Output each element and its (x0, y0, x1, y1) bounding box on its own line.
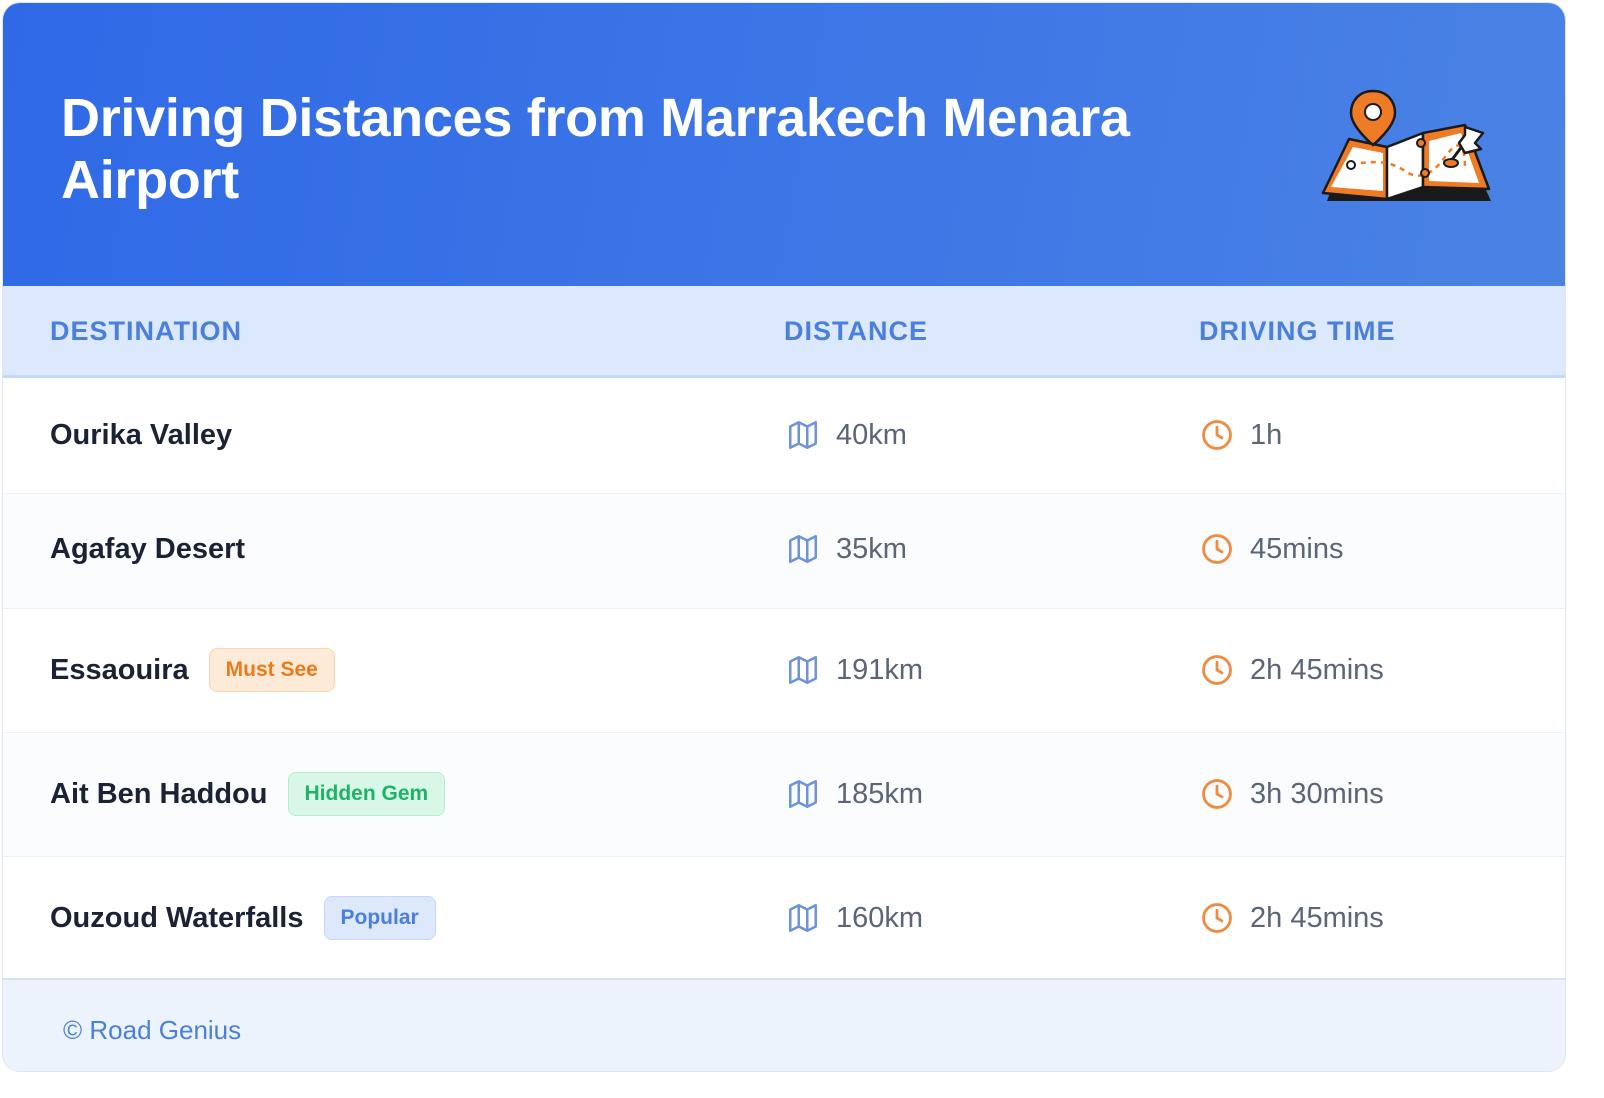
table-header: DESTINATION DISTANCE DRIVING TIME (3, 286, 1565, 378)
destination-name: Ait Ben Haddou (50, 777, 268, 810)
distance-value: 40km (836, 418, 907, 451)
popular-badge: Popular (323, 896, 436, 940)
time-value: 45mins (1250, 532, 1344, 565)
column-header-driving-time: DRIVING TIME (1199, 316, 1396, 346)
time-cell: 3h 30mins (1200, 777, 1384, 811)
destination-name: Ourika Valley (50, 419, 233, 451)
destination-name: Ouzoud Waterfalls (50, 901, 304, 934)
card-header: Driving Distances from Marrakech Menara … (3, 3, 1565, 286)
time-value: 1h (1250, 418, 1283, 451)
clock-icon (1202, 903, 1232, 933)
map-icon (788, 420, 818, 450)
table-row: Ourika Valley 40km 1h (3, 380, 1565, 494)
destination-cell: Ourika Valley (50, 419, 232, 452)
map-pin-illustration (1321, 89, 1491, 201)
distance-value: 191km (836, 653, 924, 686)
time-value: 2h 45mins (1250, 653, 1384, 686)
clock-icon (1202, 534, 1232, 564)
clock-icon (1202, 420, 1232, 450)
column-header-destination: DESTINATION (50, 316, 242, 346)
distance-cell: 35km (786, 532, 907, 566)
distance-value: 185km (836, 777, 924, 810)
table-row: Essaouira Must See 191km 2h 45mins (3, 609, 1565, 733)
card-footer: © Road Genius (3, 978, 1565, 1071)
column-header-distance: DISTANCE (784, 316, 929, 346)
time-cell: 2h 45mins (1200, 901, 1384, 935)
hidden-gem-badge: Hidden Gem (287, 772, 446, 816)
distance-cell: 40km (786, 418, 907, 452)
must-see-badge: Must See (208, 648, 335, 692)
table-row: Agafay Desert 35km 45mins (3, 494, 1565, 609)
distance-value: 35km (836, 532, 907, 565)
clock-icon (1202, 779, 1232, 809)
time-cell: 1h (1200, 418, 1282, 452)
destination-cell: Agafay Desert (50, 533, 245, 566)
distance-cell: 191km (786, 653, 923, 687)
table-row: Ouzoud Waterfalls Popular 160km 2h 45min… (3, 857, 1565, 977)
destination-cell: Essaouira Must See (50, 648, 335, 692)
table-row: Ait Ben Haddou Hidden Gem 185km 3h 30min… (3, 733, 1565, 857)
distance-cell: 185km (786, 777, 923, 811)
destination-name: Essaouira (50, 653, 189, 686)
distance-card: Driving Distances from Marrakech Menara … (2, 2, 1566, 1072)
map-icon (788, 534, 818, 564)
page-title: Driving Distances from Marrakech Menara … (61, 88, 1130, 210)
time-cell: 2h 45mins (1200, 653, 1384, 687)
clock-icon (1202, 655, 1232, 685)
destination-cell: Ait Ben Haddou Hidden Gem (50, 772, 446, 816)
map-icon (788, 903, 818, 933)
destination-cell: Ouzoud Waterfalls Popular (50, 896, 436, 940)
distance-value: 160km (836, 901, 924, 934)
destination-name: Agafay Desert (50, 533, 246, 565)
time-value: 3h 30mins (1250, 777, 1384, 810)
time-cell: 45mins (1200, 532, 1344, 566)
map-icon (788, 779, 818, 809)
time-value: 2h 45mins (1250, 901, 1384, 934)
credit-link[interactable]: © Road Genius (63, 1015, 241, 1046)
map-icon (788, 655, 818, 685)
distance-cell: 160km (786, 901, 923, 935)
